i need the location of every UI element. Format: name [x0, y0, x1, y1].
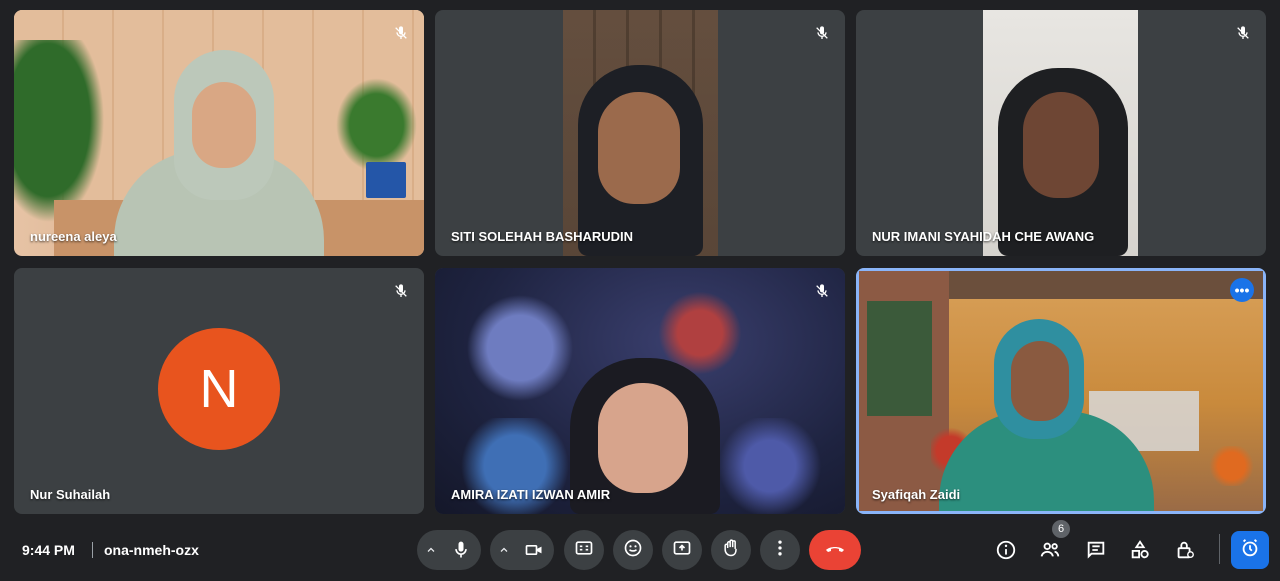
raise-hand-icon	[721, 538, 741, 563]
people-icon[interactable]	[1036, 536, 1064, 564]
end-call-button[interactable]	[809, 530, 861, 570]
present-icon	[672, 538, 692, 563]
participant-video	[14, 10, 424, 256]
timer-button[interactable]	[1231, 531, 1269, 569]
mic-off-icon	[811, 22, 833, 44]
more-options-icon	[770, 538, 790, 563]
participant-video	[435, 268, 845, 514]
mic-off-icon	[1232, 22, 1254, 44]
participant-tile[interactable]: N Nur Suhailah	[14, 268, 424, 514]
participant-tile[interactable]: SITI SOLEHAH BASHARUDIN	[435, 10, 845, 256]
mic-off-icon	[390, 280, 412, 302]
participant-name: Syafiqah Zaidi	[872, 487, 961, 502]
participant-name: Nur Suhailah	[30, 487, 111, 502]
timer-icon	[1239, 537, 1261, 564]
participant-name: NUR IMANI SYAHIDAH CHE AWANG	[872, 229, 1095, 244]
activities-icon[interactable]	[1126, 536, 1154, 564]
camera-control[interactable]	[490, 530, 554, 570]
participant-name: AMIRA IZATI IZWAN AMIR	[451, 487, 611, 502]
participant-name: nureena aleya	[30, 229, 117, 244]
bottom-toolbar: 9:44 PM ona-nmeh-ozx 6	[0, 520, 1280, 581]
emoji-icon	[623, 538, 643, 563]
raise-hand-button[interactable]	[711, 530, 751, 570]
mic-off-icon	[390, 22, 412, 44]
chevron-up-icon[interactable]	[423, 542, 439, 558]
mic-off-icon	[811, 280, 833, 302]
mic-control[interactable]	[417, 530, 481, 570]
captions-button[interactable]	[564, 530, 604, 570]
host-controls-icon[interactable]	[1171, 536, 1199, 564]
emoji-button[interactable]	[613, 530, 653, 570]
info-icon[interactable]	[992, 536, 1020, 564]
participant-video	[563, 10, 718, 256]
meeting-code: ona-nmeh-ozx	[104, 542, 199, 558]
more-options-button[interactable]	[760, 530, 800, 570]
captions-icon	[574, 538, 594, 563]
participant-name: SITI SOLEHAH BASHARUDIN	[451, 229, 634, 244]
meeting-time: 9:44 PM	[22, 542, 75, 558]
participant-tile[interactable]: NUR IMANI SYAHIDAH CHE AWANG	[856, 10, 1266, 256]
participant-tile[interactable]: AMIRA IZATI IZWAN AMIR	[435, 268, 845, 514]
more-options-icon[interactable]: •••	[1230, 278, 1254, 302]
participant-video	[983, 10, 1138, 256]
divider	[1219, 534, 1220, 564]
participant-tile[interactable]: nureena aleya	[14, 10, 424, 256]
mic-icon[interactable]	[447, 536, 475, 564]
participant-video	[859, 271, 1263, 511]
end-call-icon	[823, 536, 847, 565]
chevron-up-icon[interactable]	[496, 542, 512, 558]
people-count-badge: 6	[1052, 520, 1070, 538]
camera-icon[interactable]	[520, 536, 548, 564]
participant-tile[interactable]: ••• Syafiqah Zaidi	[856, 268, 1266, 514]
chat-icon[interactable]	[1082, 536, 1110, 564]
divider	[92, 542, 93, 558]
present-button[interactable]	[662, 530, 702, 570]
participant-grid: nureena aleya SITI SOLEHAH BASHARUDIN NU…	[14, 10, 1266, 514]
avatar: N	[158, 328, 280, 450]
